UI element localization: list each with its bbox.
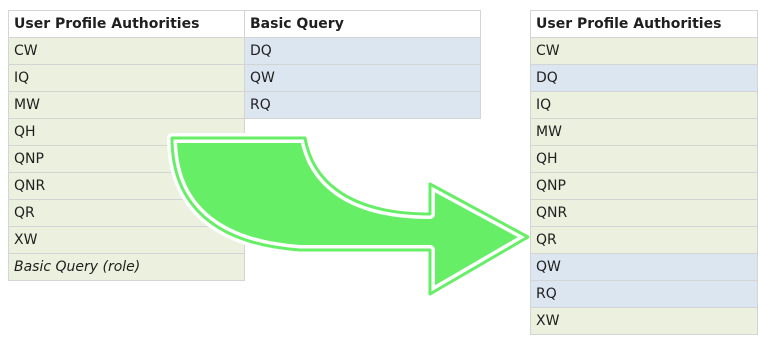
authority-cell: QH (530, 145, 758, 173)
authority-cell: CW (530, 37, 758, 65)
table-row: DQ (530, 64, 758, 92)
authority-cell: QR (530, 226, 758, 254)
table-row: CW (530, 37, 758, 65)
table-row: QR (530, 226, 758, 254)
result-table-body: CW DQ IQ MW QH QNP QNR QR QW RQ XW (530, 37, 758, 335)
result-table: User Profile Authorities CW DQ IQ MW QH QNP QN… (530, 10, 758, 335)
authority-cell: RQ (530, 280, 758, 308)
table-row: MW (530, 118, 758, 146)
authority-cell: QW (530, 253, 758, 281)
authority-cell: DQ (530, 64, 758, 92)
table-row: QH (530, 145, 758, 173)
table-row: XW (530, 307, 758, 335)
authority-cell: XW (530, 307, 758, 335)
table-row: QNR (530, 199, 758, 227)
header-row: User Profile Authorities (530, 10, 758, 38)
table-row: RQ (530, 280, 758, 308)
authority-cell: MW (530, 118, 758, 146)
header-user-profile-authorities: User Profile Authorities (530, 10, 758, 38)
authority-cell: IQ (530, 91, 758, 119)
arrow-shape (167, 133, 533, 299)
table-row: QW (530, 253, 758, 281)
table-row: QNP (530, 172, 758, 200)
table-row: IQ (530, 91, 758, 119)
authority-cell: QNP (530, 172, 758, 200)
authority-cell: QNR (530, 199, 758, 227)
